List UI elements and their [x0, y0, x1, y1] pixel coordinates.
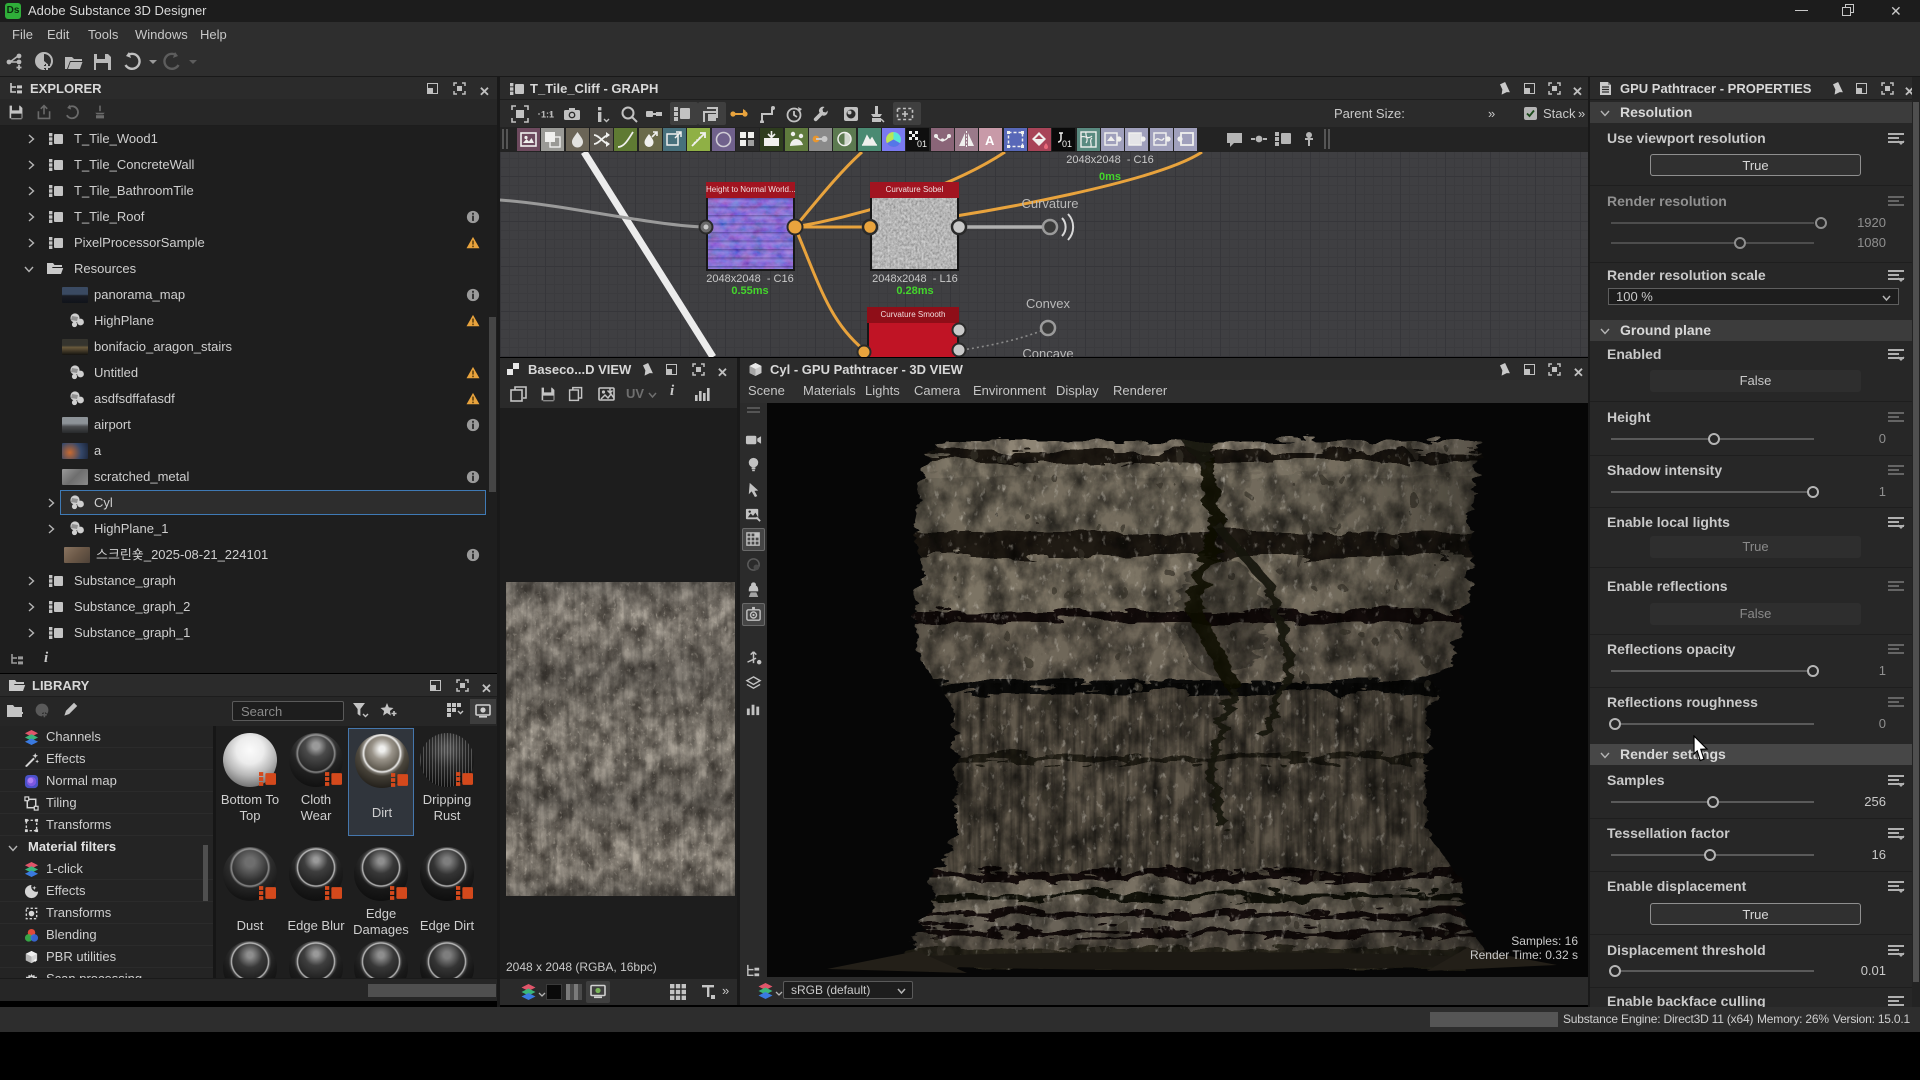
svg-text:A: A	[985, 133, 995, 148]
svg-text:01: 01	[917, 139, 927, 149]
svg-text:1:1: 1:1	[541, 110, 554, 120]
svg-text:01: 01	[1062, 139, 1072, 149]
